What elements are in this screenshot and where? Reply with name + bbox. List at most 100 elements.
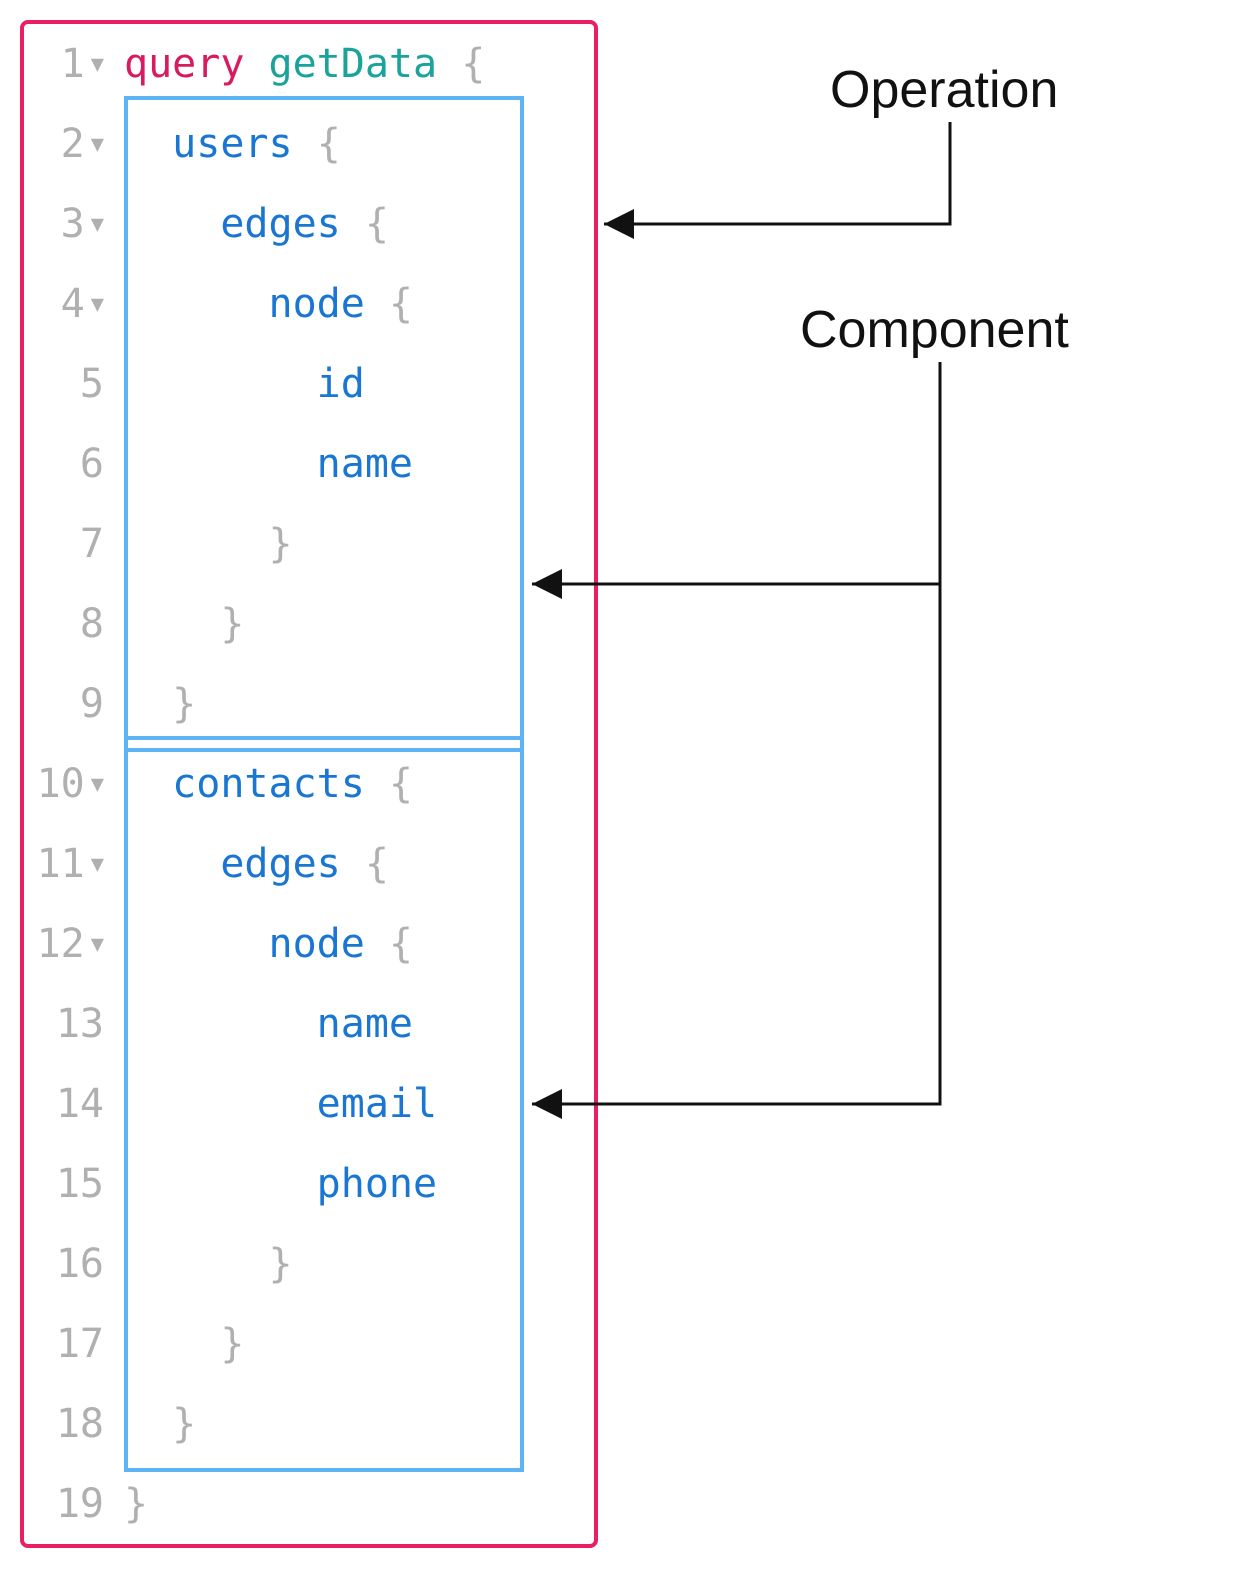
plain-token <box>293 121 317 167</box>
code-line: email <box>124 1064 594 1144</box>
fold-toggle-icon[interactable]: ▼ <box>91 292 104 317</box>
field-token: users <box>172 121 292 167</box>
code-line: } <box>124 1464 594 1544</box>
name-token: getData <box>269 41 438 87</box>
gutter-cell: 10▼ <box>24 744 120 824</box>
line-number: 13 <box>56 1001 104 1047</box>
gutter-cell: 4▼ <box>24 264 120 344</box>
plain-token <box>124 841 220 887</box>
diagram-root: 1▼2▼3▼4▼5678910▼11▼12▼13141516171819 que… <box>20 20 1238 1564</box>
plain-token <box>124 921 269 967</box>
plain-token <box>341 201 365 247</box>
line-number: 6 <box>80 441 104 487</box>
line-number: 18 <box>56 1401 104 1447</box>
line-number: 5 <box>80 361 104 407</box>
brace-token: { <box>389 281 413 327</box>
gutter-cell: 1▼ <box>24 24 120 104</box>
field-token: name <box>317 1001 413 1047</box>
plain-token <box>365 281 389 327</box>
gutter-cell: 12▼ <box>24 904 120 984</box>
gutter-cell: 16 <box>24 1224 120 1304</box>
code-line: } <box>124 584 594 664</box>
gutter-cell: 2▼ <box>24 104 120 184</box>
brace-token: } <box>220 601 244 647</box>
code-line: } <box>124 1304 594 1384</box>
label-component: Component <box>800 300 1069 360</box>
fold-toggle-icon[interactable]: ▼ <box>91 932 104 957</box>
brace-token: { <box>317 121 341 167</box>
gutter-cell: 8 <box>24 584 120 664</box>
fold-toggle-icon[interactable]: ▼ <box>91 772 104 797</box>
fold-toggle-icon[interactable]: ▼ <box>91 852 104 877</box>
brace-token: { <box>365 841 389 887</box>
label-operation: Operation <box>830 60 1058 120</box>
brace-token: { <box>365 201 389 247</box>
code-line: phone <box>124 1144 594 1224</box>
code-line: node { <box>124 904 594 984</box>
plain-token <box>124 1321 220 1367</box>
line-number: 8 <box>80 601 104 647</box>
plain-token <box>124 1401 172 1447</box>
code-line: edges { <box>124 824 594 904</box>
plain-token <box>124 441 317 487</box>
line-number: 9 <box>80 681 104 727</box>
keyword-token: query <box>124 41 244 87</box>
line-number: 10 <box>37 761 85 807</box>
brace-token: { <box>389 921 413 967</box>
plain-token <box>124 761 172 807</box>
field-token: edges <box>220 841 340 887</box>
plain-token <box>124 361 317 407</box>
gutter-cell: 11▼ <box>24 824 120 904</box>
gutter-cell: 5 <box>24 344 120 424</box>
code-line: } <box>124 1384 594 1464</box>
code-line: } <box>124 1224 594 1304</box>
field-token: edges <box>220 201 340 247</box>
plain-token <box>365 921 389 967</box>
field-token: node <box>269 281 365 327</box>
code-line: id <box>124 344 594 424</box>
line-number: 11 <box>37 841 85 887</box>
plain-token <box>124 1081 317 1127</box>
code-line: node { <box>124 264 594 344</box>
gutter: 1▼2▼3▼4▼5678910▼11▼12▼13141516171819 <box>24 24 120 1544</box>
brace-token: { <box>389 761 413 807</box>
gutter-cell: 14 <box>24 1064 120 1144</box>
brace-token: } <box>172 681 196 727</box>
line-number: 19 <box>56 1481 104 1527</box>
code-line: query getData { <box>124 24 594 104</box>
plain-token <box>124 121 172 167</box>
plain-token <box>437 41 461 87</box>
plain-token <box>124 601 220 647</box>
code-line: name <box>124 424 594 504</box>
plain-token <box>124 1001 317 1047</box>
fold-toggle-icon[interactable]: ▼ <box>91 52 104 77</box>
field-token: phone <box>317 1161 437 1207</box>
brace-token: } <box>172 1401 196 1447</box>
line-number: 3 <box>61 201 85 247</box>
gutter-cell: 15 <box>24 1144 120 1224</box>
fold-toggle-icon[interactable]: ▼ <box>91 132 104 157</box>
line-number: 17 <box>56 1321 104 1367</box>
gutter-cell: 18 <box>24 1384 120 1464</box>
field-token: contacts <box>172 761 365 807</box>
code-line: name <box>124 984 594 1064</box>
code-line: } <box>124 504 594 584</box>
operation-box: 1▼2▼3▼4▼5678910▼11▼12▼13141516171819 que… <box>20 20 598 1548</box>
code-line: contacts { <box>124 744 594 824</box>
line-number: 4 <box>61 281 85 327</box>
plain-token <box>124 281 269 327</box>
plain-token <box>124 521 269 567</box>
brace-token: } <box>269 521 293 567</box>
gutter-cell: 17 <box>24 1304 120 1384</box>
arrow-operation <box>604 122 950 224</box>
field-token: email <box>317 1081 437 1127</box>
fold-toggle-icon[interactable]: ▼ <box>91 212 104 237</box>
code-line: } <box>124 664 594 744</box>
line-number: 2 <box>61 121 85 167</box>
gutter-cell: 3▼ <box>24 184 120 264</box>
gutter-cell: 13 <box>24 984 120 1064</box>
plain-token <box>365 761 389 807</box>
code-line: users { <box>124 104 594 184</box>
field-token: name <box>317 441 413 487</box>
brace-token: } <box>124 1481 148 1527</box>
